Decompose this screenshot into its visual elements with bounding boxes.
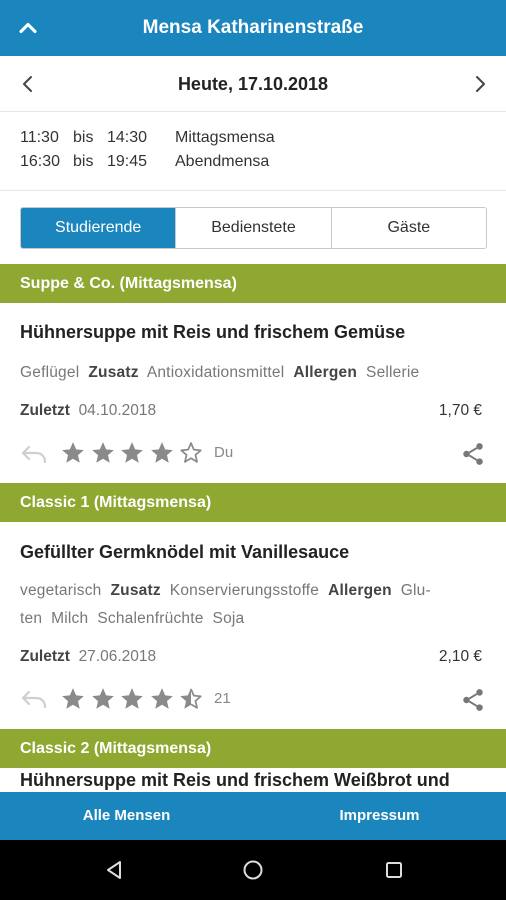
section-header: Classic 1 (Mittagsmensa) — [0, 483, 506, 522]
last-served: Zuletzt 27.06.2018 — [20, 648, 156, 666]
star-filled-icon[interactable] — [90, 440, 116, 466]
star-empty-icon[interactable] — [178, 440, 204, 466]
page-title: Mensa Katharinenstraße — [142, 17, 364, 38]
tab-bedienstete[interactable]: Bedienstete — [175, 208, 331, 248]
meal-price: 1,70 € — [438, 402, 482, 419]
hours-from: 11:30 — [20, 129, 59, 146]
tag-label-zusatz: Zusatz — [88, 364, 139, 381]
share-icon[interactable] — [460, 441, 486, 467]
star-filled-icon[interactable] — [119, 686, 145, 712]
tag-label-allergen: Allergen — [293, 364, 358, 381]
tab-studierende[interactable]: Studierende — [21, 208, 176, 248]
last-served-label: Zuletzt — [20, 402, 70, 419]
tag-allergen: Sellerie — [366, 364, 420, 381]
back-icon[interactable] — [102, 858, 126, 882]
star-filled-icon[interactable] — [149, 686, 175, 712]
meal-card[interactable]: Gefüllter Germknödel mit Vanillesauce ve… — [0, 522, 506, 729]
tag-label-allergen: Allergen — [328, 582, 392, 599]
last-served-date: 27.06.2018 — [78, 648, 157, 665]
section-header: Suppe & Co. (Mittagsmensa) — [0, 264, 506, 303]
hours-to: 19:45 — [107, 153, 148, 170]
section-header: Classic 2 (Mittagsmensa) — [0, 729, 506, 768]
system-nav-bar — [0, 840, 506, 900]
hours-from: 16:30 — [20, 153, 61, 170]
hours-name: Abendmensa — [175, 153, 270, 170]
all-mensen-button[interactable]: Alle Mensen — [0, 792, 253, 840]
hours-to: 14:30 — [107, 129, 148, 146]
tag: Geflügel — [20, 364, 80, 381]
meal-card[interactable]: Hühnersuppe mit Reis und frischem Gemüse… — [0, 303, 506, 483]
tag-label-zusatz: Zusatz — [110, 582, 161, 599]
last-served-label: Zuletzt — [20, 648, 70, 665]
meal-title: Hühnersuppe mit Reis und frischem Gemüse — [20, 322, 406, 342]
tag-allergen: Glu- — [400, 582, 431, 599]
star-filled-icon[interactable] — [90, 686, 116, 712]
hours-bis: bis — [73, 129, 94, 146]
last-served-date: 04.10.2018 — [78, 402, 157, 419]
rating-label: Du — [214, 444, 234, 461]
price-group-tabs: Studierende Bedienstete Gäste — [20, 207, 487, 249]
hours-name: Mittagsmensa — [175, 129, 275, 146]
meal-title-partial: Hühnersuppe mit Reis und frischem Weißbr… — [20, 770, 450, 790]
rating-stars[interactable] — [60, 686, 208, 712]
opening-hours: 11:30 bis 14:30 Mittagsmensa 16:30 bis 1… — [0, 113, 506, 191]
date-navigation: Heute, 17.10.2018 — [0, 56, 506, 112]
tab-gaeste[interactable]: Gäste — [330, 208, 486, 248]
star-filled-icon[interactable] — [119, 440, 145, 466]
bottom-bar: Alle Mensen Impressum — [0, 792, 506, 840]
meal-tags-continued: ten Milch Schalenfrüchte Soja — [20, 610, 245, 627]
star-filled-icon[interactable] — [60, 440, 86, 466]
share-icon[interactable] — [460, 687, 486, 713]
meal-price: 2,10 € — [438, 648, 482, 665]
hours-bis: bis — [73, 153, 94, 170]
tag-zusatz: Antioxidationsmittel — [146, 364, 285, 381]
meal-tags: vegetarisch Zusatz Konservierungsstoffe … — [20, 577, 486, 604]
star-half-icon[interactable] — [178, 686, 204, 712]
tag-zusatz: Konservierungsstoffe — [169, 582, 320, 599]
chevron-right-icon[interactable] — [468, 72, 492, 96]
rating-count: 21 — [214, 690, 231, 707]
impressum-button[interactable]: Impressum — [253, 792, 506, 840]
star-filled-icon[interactable] — [60, 686, 86, 712]
undo-icon[interactable] — [20, 443, 48, 465]
recents-icon[interactable] — [382, 858, 406, 882]
meal-title: Gefüllter Germknödel mit Vanillesauce — [20, 542, 350, 562]
home-icon[interactable] — [241, 858, 265, 882]
last-served: Zuletzt 04.10.2018 — [20, 402, 156, 420]
star-filled-icon[interactable] — [149, 440, 175, 466]
tag: vegetarisch — [20, 582, 102, 599]
meal-tags: Geflügel Zusatz Antioxidationsmittel All… — [20, 359, 486, 386]
rating-stars[interactable] — [60, 440, 208, 466]
app-bar: Mensa Katharinenstraße — [0, 0, 506, 56]
undo-icon[interactable] — [20, 688, 48, 710]
current-date: Heute, 17.10.2018 — [177, 74, 329, 94]
